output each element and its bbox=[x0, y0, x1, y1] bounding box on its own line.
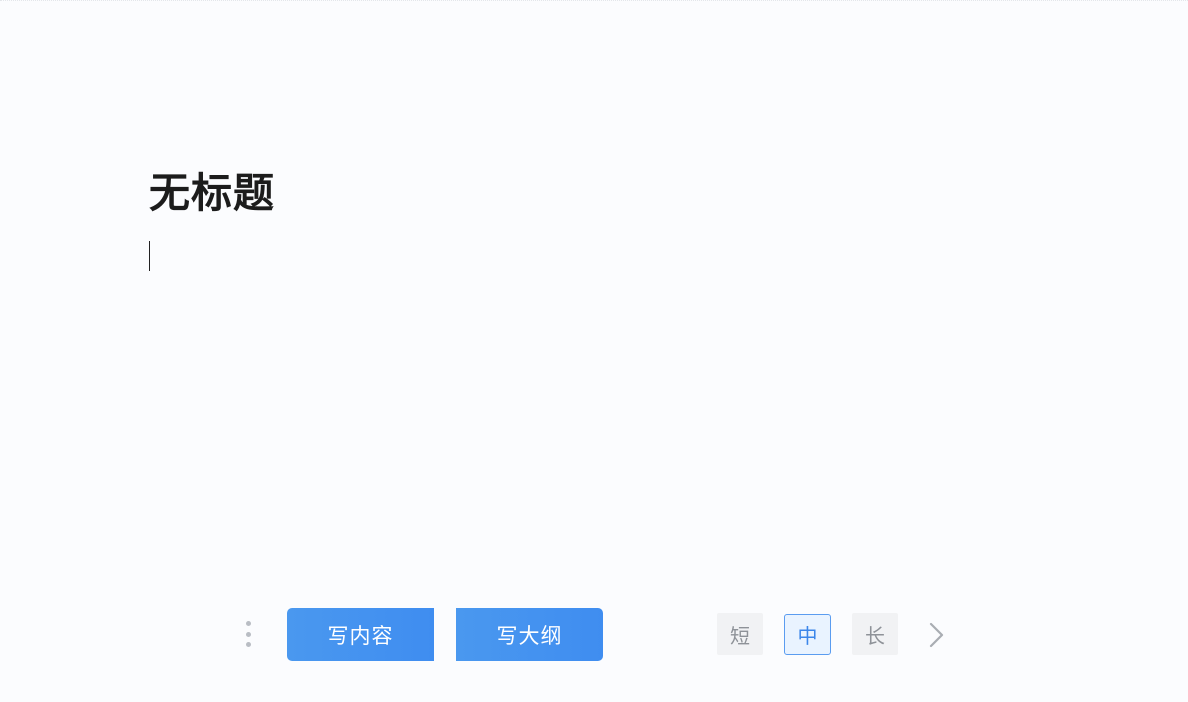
write-outline-button[interactable]: 写大纲 bbox=[456, 608, 603, 661]
drag-handle-dot bbox=[245, 642, 251, 647]
chevron-right-icon-graphic bbox=[929, 622, 944, 648]
length-option-medium[interactable]: 中 bbox=[784, 614, 831, 655]
write-content-button[interactable]: 写内容 bbox=[287, 608, 434, 661]
chevron-right-icon[interactable] bbox=[924, 621, 950, 649]
drag-handle-dot bbox=[245, 631, 251, 637]
drag-handle-icon[interactable] bbox=[243, 621, 253, 647]
document-title[interactable]: 无标题 bbox=[149, 167, 275, 219]
length-option-short[interactable]: 短 bbox=[717, 613, 763, 655]
text-cursor[interactable] bbox=[149, 241, 150, 271]
editor-page: 无标题 写内容 写大纲 短 中 长 bbox=[0, 0, 1188, 702]
length-option-long[interactable]: 长 bbox=[852, 613, 898, 655]
drag-handle-dot bbox=[245, 621, 251, 626]
